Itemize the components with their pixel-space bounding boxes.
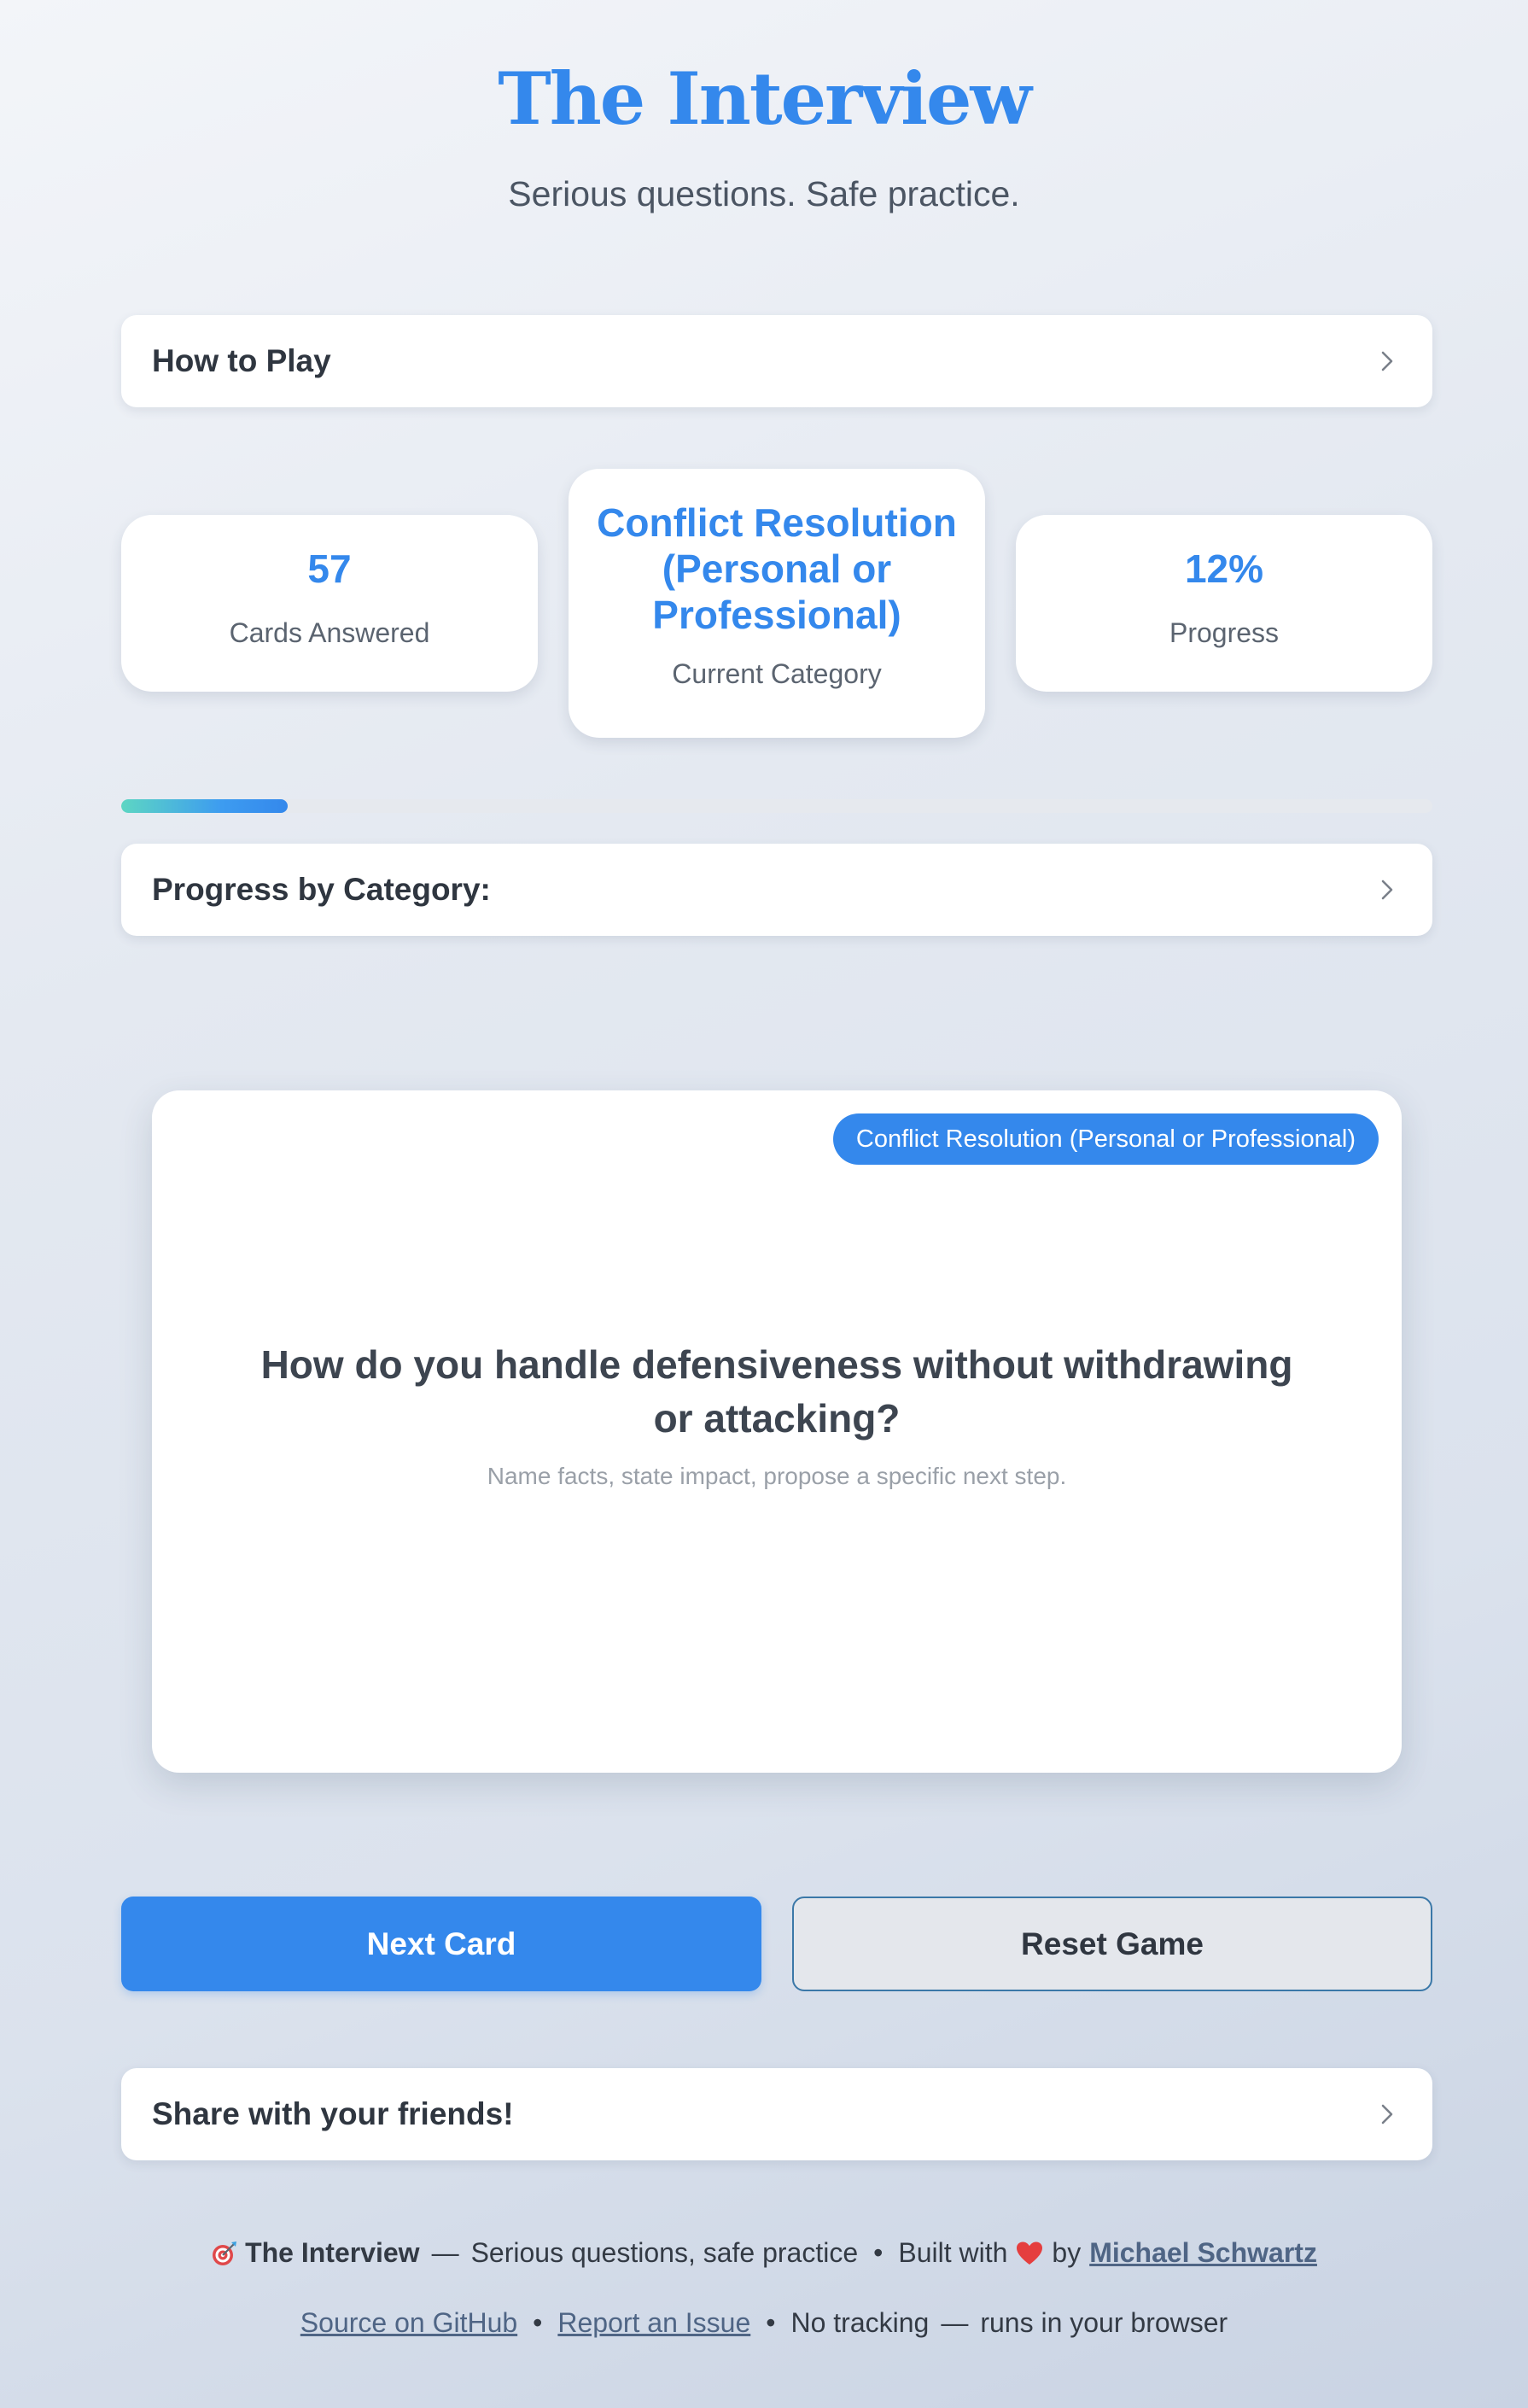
how-to-play-label: How to Play xyxy=(152,343,331,378)
progress-by-category-toggle[interactable]: Progress by Category: xyxy=(121,844,1432,936)
footer-app-name: The Interview xyxy=(245,2237,420,2268)
footer-by: by xyxy=(1052,2237,1082,2268)
share-toggle[interactable]: Share with your friends! xyxy=(121,2068,1432,2160)
chevron-right-icon xyxy=(1374,2101,1400,2127)
page-subtitle: Serious questions. Safe practice. xyxy=(508,174,1020,213)
footer-bullet: • xyxy=(533,2307,543,2338)
progress-value: 12% xyxy=(1184,546,1264,591)
question-text: How do you handle defensiveness without … xyxy=(260,1342,1293,1441)
footer-built-with: Built with xyxy=(898,2237,1008,2268)
chevron-right-icon xyxy=(1374,877,1400,903)
target-icon xyxy=(211,2240,238,2267)
current-category-label: Current Category xyxy=(672,658,882,689)
footer-tagline: Serious questions, safe practice xyxy=(470,2237,859,2268)
footer-credits: The Interview — Serious questions, safe … xyxy=(0,2237,1528,2269)
report-issue-link[interactable]: Report an Issue xyxy=(557,2307,750,2339)
progress-stat: 12% Progress xyxy=(1016,515,1432,692)
question-card[interactable]: Conflict Resolution (Personal or Profess… xyxy=(152,1090,1402,1773)
category-badge: Conflict Resolution (Personal or Profess… xyxy=(832,1113,1379,1165)
author-link[interactable]: Michael Schwartz xyxy=(1089,2237,1317,2269)
footer-bullet: • xyxy=(766,2307,776,2338)
heart-icon xyxy=(1016,2241,1043,2266)
current-category-value: Conflict Resolution (Personal or Profess… xyxy=(597,500,957,637)
share-label: Share with your friends! xyxy=(152,2096,514,2131)
reset-game-button[interactable]: Reset Game xyxy=(792,1897,1432,1991)
current-category-stat: Conflict Resolution (Personal or Profess… xyxy=(569,469,985,738)
source-on-github-link[interactable]: Source on GitHub xyxy=(300,2307,517,2339)
cards-answered-label: Cards Answered xyxy=(229,617,430,648)
cards-answered-stat: 57 Cards Answered xyxy=(121,515,538,692)
footer-links: Source on GitHub • Report an Issue • No … xyxy=(0,2307,1528,2339)
footer-dash: — xyxy=(431,2237,459,2268)
footer-runs-in-browser: runs in your browser xyxy=(980,2307,1228,2338)
chevron-right-icon xyxy=(1374,348,1400,374)
footer-dash: — xyxy=(941,2307,969,2338)
footer-bullet: • xyxy=(873,2237,884,2268)
progress-bar xyxy=(121,799,1432,813)
progress-bar-fill xyxy=(121,799,289,813)
how-to-play-toggle[interactable]: How to Play xyxy=(121,315,1432,407)
footer-no-tracking: No tracking xyxy=(790,2307,930,2338)
progress-label: Progress xyxy=(1169,617,1280,648)
next-card-button[interactable]: Next Card xyxy=(121,1897,761,1991)
cards-answered-value: 57 xyxy=(307,546,352,591)
question-hint: Name facts, state impact, propose a spec… xyxy=(487,1463,1067,1489)
page-title: The Interview xyxy=(498,56,1032,141)
progress-by-category-label: Progress by Category: xyxy=(152,872,491,907)
